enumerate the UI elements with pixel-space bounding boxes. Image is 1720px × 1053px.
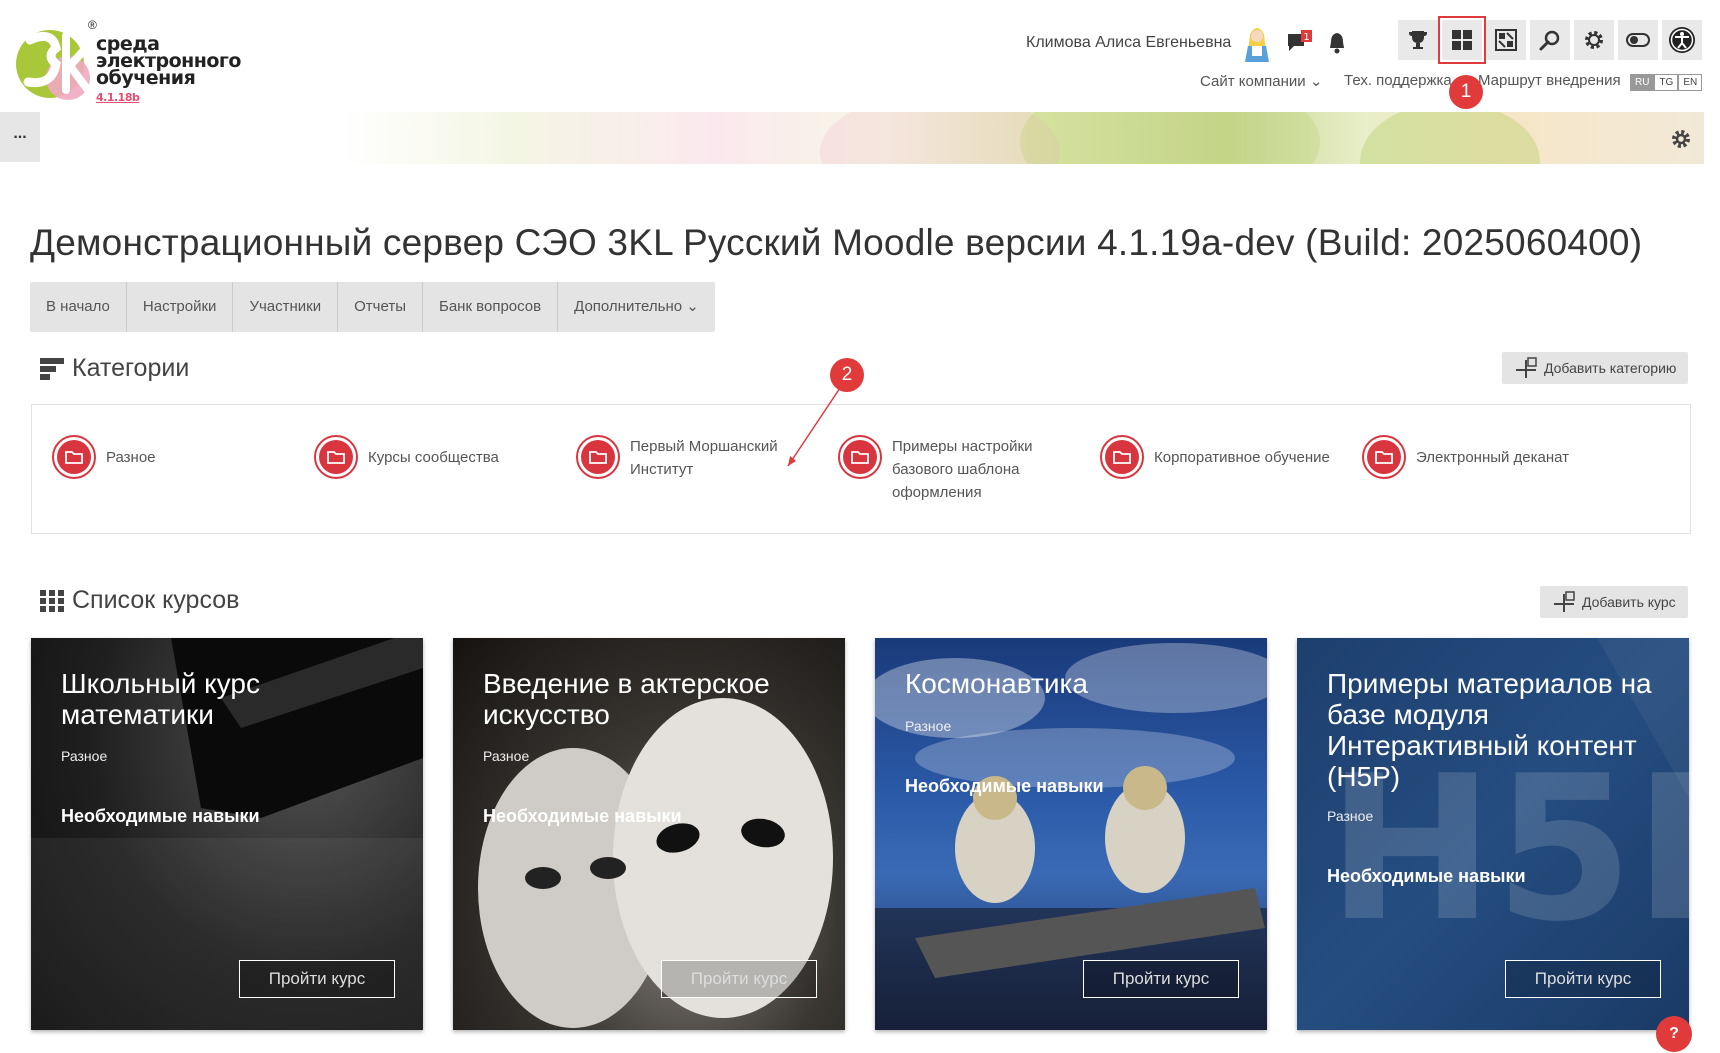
accessibility-icon[interactable] [1662, 20, 1702, 60]
category-item[interactable]: Первый Моршанский Институт [576, 435, 810, 481]
tab-settings[interactable]: Настройки [127, 282, 234, 332]
lang-tg[interactable]: TG [1654, 74, 1679, 91]
grid-icon [40, 589, 64, 612]
bell-icon[interactable] [1326, 30, 1348, 56]
course-title[interactable]: Введение в актерское искусство [483, 668, 823, 730]
search-icon[interactable] [1530, 20, 1570, 60]
add-icon [1554, 591, 1575, 612]
course-title[interactable]: Примеры материалов на базе модуля Интера… [1327, 668, 1667, 792]
add-category-button[interactable]: Добавить категорию [1502, 352, 1689, 384]
course-category: Разное [61, 748, 108, 764]
annotation-marker-1: 1 [1449, 75, 1483, 109]
add-icon [1516, 357, 1537, 378]
logo-line-3: обучения [96, 67, 196, 89]
course-card[interactable]: Введение в актерское искусство Разное Не… [453, 638, 845, 1030]
add-category-label: Добавить категорию [1544, 360, 1677, 376]
category-item[interactable]: Разное [52, 435, 286, 479]
folder-icon [1362, 435, 1406, 479]
start-course-button[interactable]: Пройти курс [239, 960, 395, 998]
tab-participants[interactable]: Участники [233, 282, 339, 332]
courses-heading-text: Список курсов [72, 586, 240, 614]
course-title[interactable]: Космонавтика [905, 668, 1245, 699]
dashboard-icon[interactable] [1438, 16, 1486, 64]
categories-heading: Категории [40, 354, 189, 383]
folder-icon [1100, 435, 1144, 479]
categories-heading-text: Категории [72, 354, 190, 382]
category-label: Корпоративное обучение [1154, 449, 1330, 466]
tab-more[interactable]: Дополнительно ⌄ [558, 282, 715, 332]
logo-mark-icon [16, 30, 92, 100]
banner-decoration [1020, 112, 1320, 164]
chat-icon[interactable]: 1 [1286, 30, 1312, 56]
tab-home[interactable]: В начало [30, 282, 127, 332]
categories-icon [40, 357, 64, 380]
courses-heading: Список курсов [40, 586, 239, 615]
category-item[interactable]: Примеры настройки базового шаблона оформ… [838, 435, 1072, 504]
category-item[interactable]: Корпоративное обучение [1100, 435, 1334, 479]
page-title: Демонстрационный сервер СЭО 3KL Русский … [30, 222, 1643, 263]
add-course-label: Добавить курс [1582, 594, 1676, 610]
chat-badge: 1 [1303, 32, 1309, 43]
nav-company-site[interactable]: Сайт компании ⌄ [1200, 72, 1322, 90]
nav-tech-support[interactable]: Тех. поддержка [1344, 72, 1452, 89]
lang-ru[interactable]: RU [1630, 74, 1655, 91]
lang-en[interactable]: EN [1678, 74, 1703, 91]
settings-gear-icon[interactable] [1670, 128, 1692, 150]
toolbar [1398, 16, 1702, 66]
help-button[interactable]: ? [1656, 1016, 1692, 1052]
course-card[interactable]: Школьный курс математики Разное Необходи… [31, 638, 423, 1030]
course-category: Разное [905, 718, 952, 734]
course-title[interactable]: Школьный курс математики [61, 668, 401, 730]
course-card[interactable]: H5P Примеры материалов на базе модуля Ин… [1297, 638, 1689, 1030]
header-banner [0, 112, 1704, 164]
category-item[interactable]: Электронный деканат [1362, 435, 1596, 479]
category-label: Электронный деканат [1416, 449, 1570, 466]
course-category: Разное [483, 748, 530, 764]
layout-icon[interactable] [1486, 20, 1526, 60]
tab-question-bank[interactable]: Банк вопросов [423, 282, 559, 332]
course-skills: Необходимые навыки [61, 806, 260, 826]
banner-decoration [1360, 112, 1540, 164]
course-card[interactable]: Космонавтика Разное Необходимые навыки П… [875, 638, 1267, 1030]
categories-container: Разное Курсы сообщества Первый Моршански… [31, 404, 1691, 534]
course-skills: Необходимые навыки [1327, 866, 1526, 886]
avatar[interactable] [1242, 22, 1272, 62]
category-item[interactable]: Курсы сообщества [314, 435, 548, 479]
trophy-icon[interactable] [1398, 20, 1438, 60]
nav-implementation-route[interactable]: Маршрут внедрения [1478, 72, 1621, 89]
logo-version[interactable]: 4.1.18b [96, 91, 140, 104]
category-label: Разное [106, 449, 156, 466]
user-name[interactable]: Климова Алиса Евгеньевна [1026, 34, 1231, 52]
folder-icon [52, 435, 96, 479]
language-switcher: RU TG EN [1630, 74, 1703, 91]
folder-icon [576, 435, 620, 479]
annotation-marker-2: 2 [830, 358, 864, 392]
course-skills: Необходимые навыки [483, 806, 682, 826]
start-course-button[interactable]: Пройти курс [661, 960, 817, 998]
toggle-icon[interactable] [1618, 20, 1658, 60]
start-course-button[interactable]: Пройти курс [1083, 960, 1239, 998]
add-course-button[interactable]: Добавить курс [1540, 586, 1688, 618]
logo-text: среда электронного обучения 4.1.18b [96, 35, 241, 106]
start-course-button[interactable]: Пройти курс [1505, 960, 1661, 998]
gear-icon[interactable] [1574, 20, 1614, 60]
more-menu-button[interactable]: ... [0, 112, 40, 162]
folder-icon [314, 435, 358, 479]
category-label: Примеры настройки базового шаблона оформ… [892, 438, 1033, 501]
course-category: Разное [1327, 808, 1374, 824]
secondary-navigation: В начало Настройки Участники Отчеты Банк… [30, 282, 715, 332]
course-skills: Необходимые навыки [905, 776, 1104, 796]
tab-reports[interactable]: Отчеты [338, 282, 423, 332]
registered-mark: ® [88, 18, 97, 32]
category-label: Курсы сообщества [368, 449, 499, 466]
logo[interactable]: ® среда электронного обучения 4.1.18b [12, 18, 241, 110]
